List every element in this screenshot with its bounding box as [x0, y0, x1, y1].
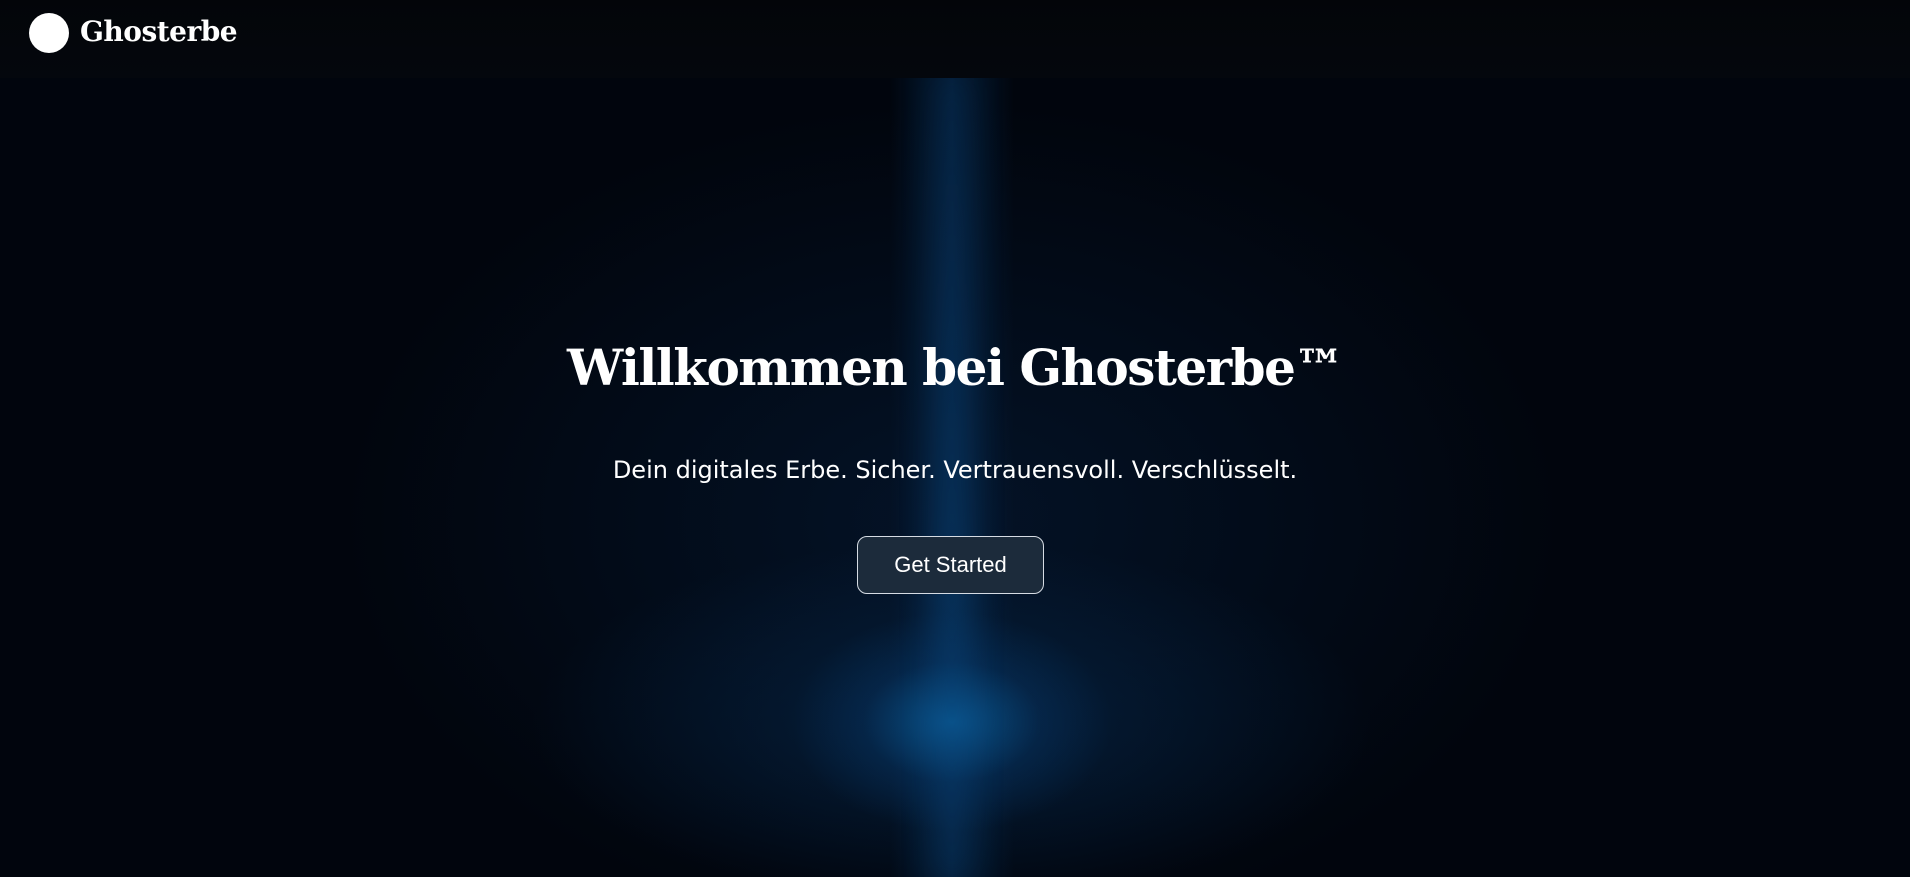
hero-title: Willkommen bei Ghosterbe™	[567, 338, 1344, 397]
top-navigation-bar: Ghosterbe	[0, 0, 1910, 78]
hero-subtitle: Dein digitales Erbe. Sicher. Vertrauensv…	[612, 456, 1298, 484]
logo-icon[interactable]	[29, 13, 69, 53]
get-started-button[interactable]: Get Started	[857, 536, 1044, 594]
brand-name[interactable]: Ghosterbe	[80, 14, 238, 50]
landing-page: Ghosterbe Willkommen bei Ghosterbe™ Dein…	[0, 0, 1910, 877]
